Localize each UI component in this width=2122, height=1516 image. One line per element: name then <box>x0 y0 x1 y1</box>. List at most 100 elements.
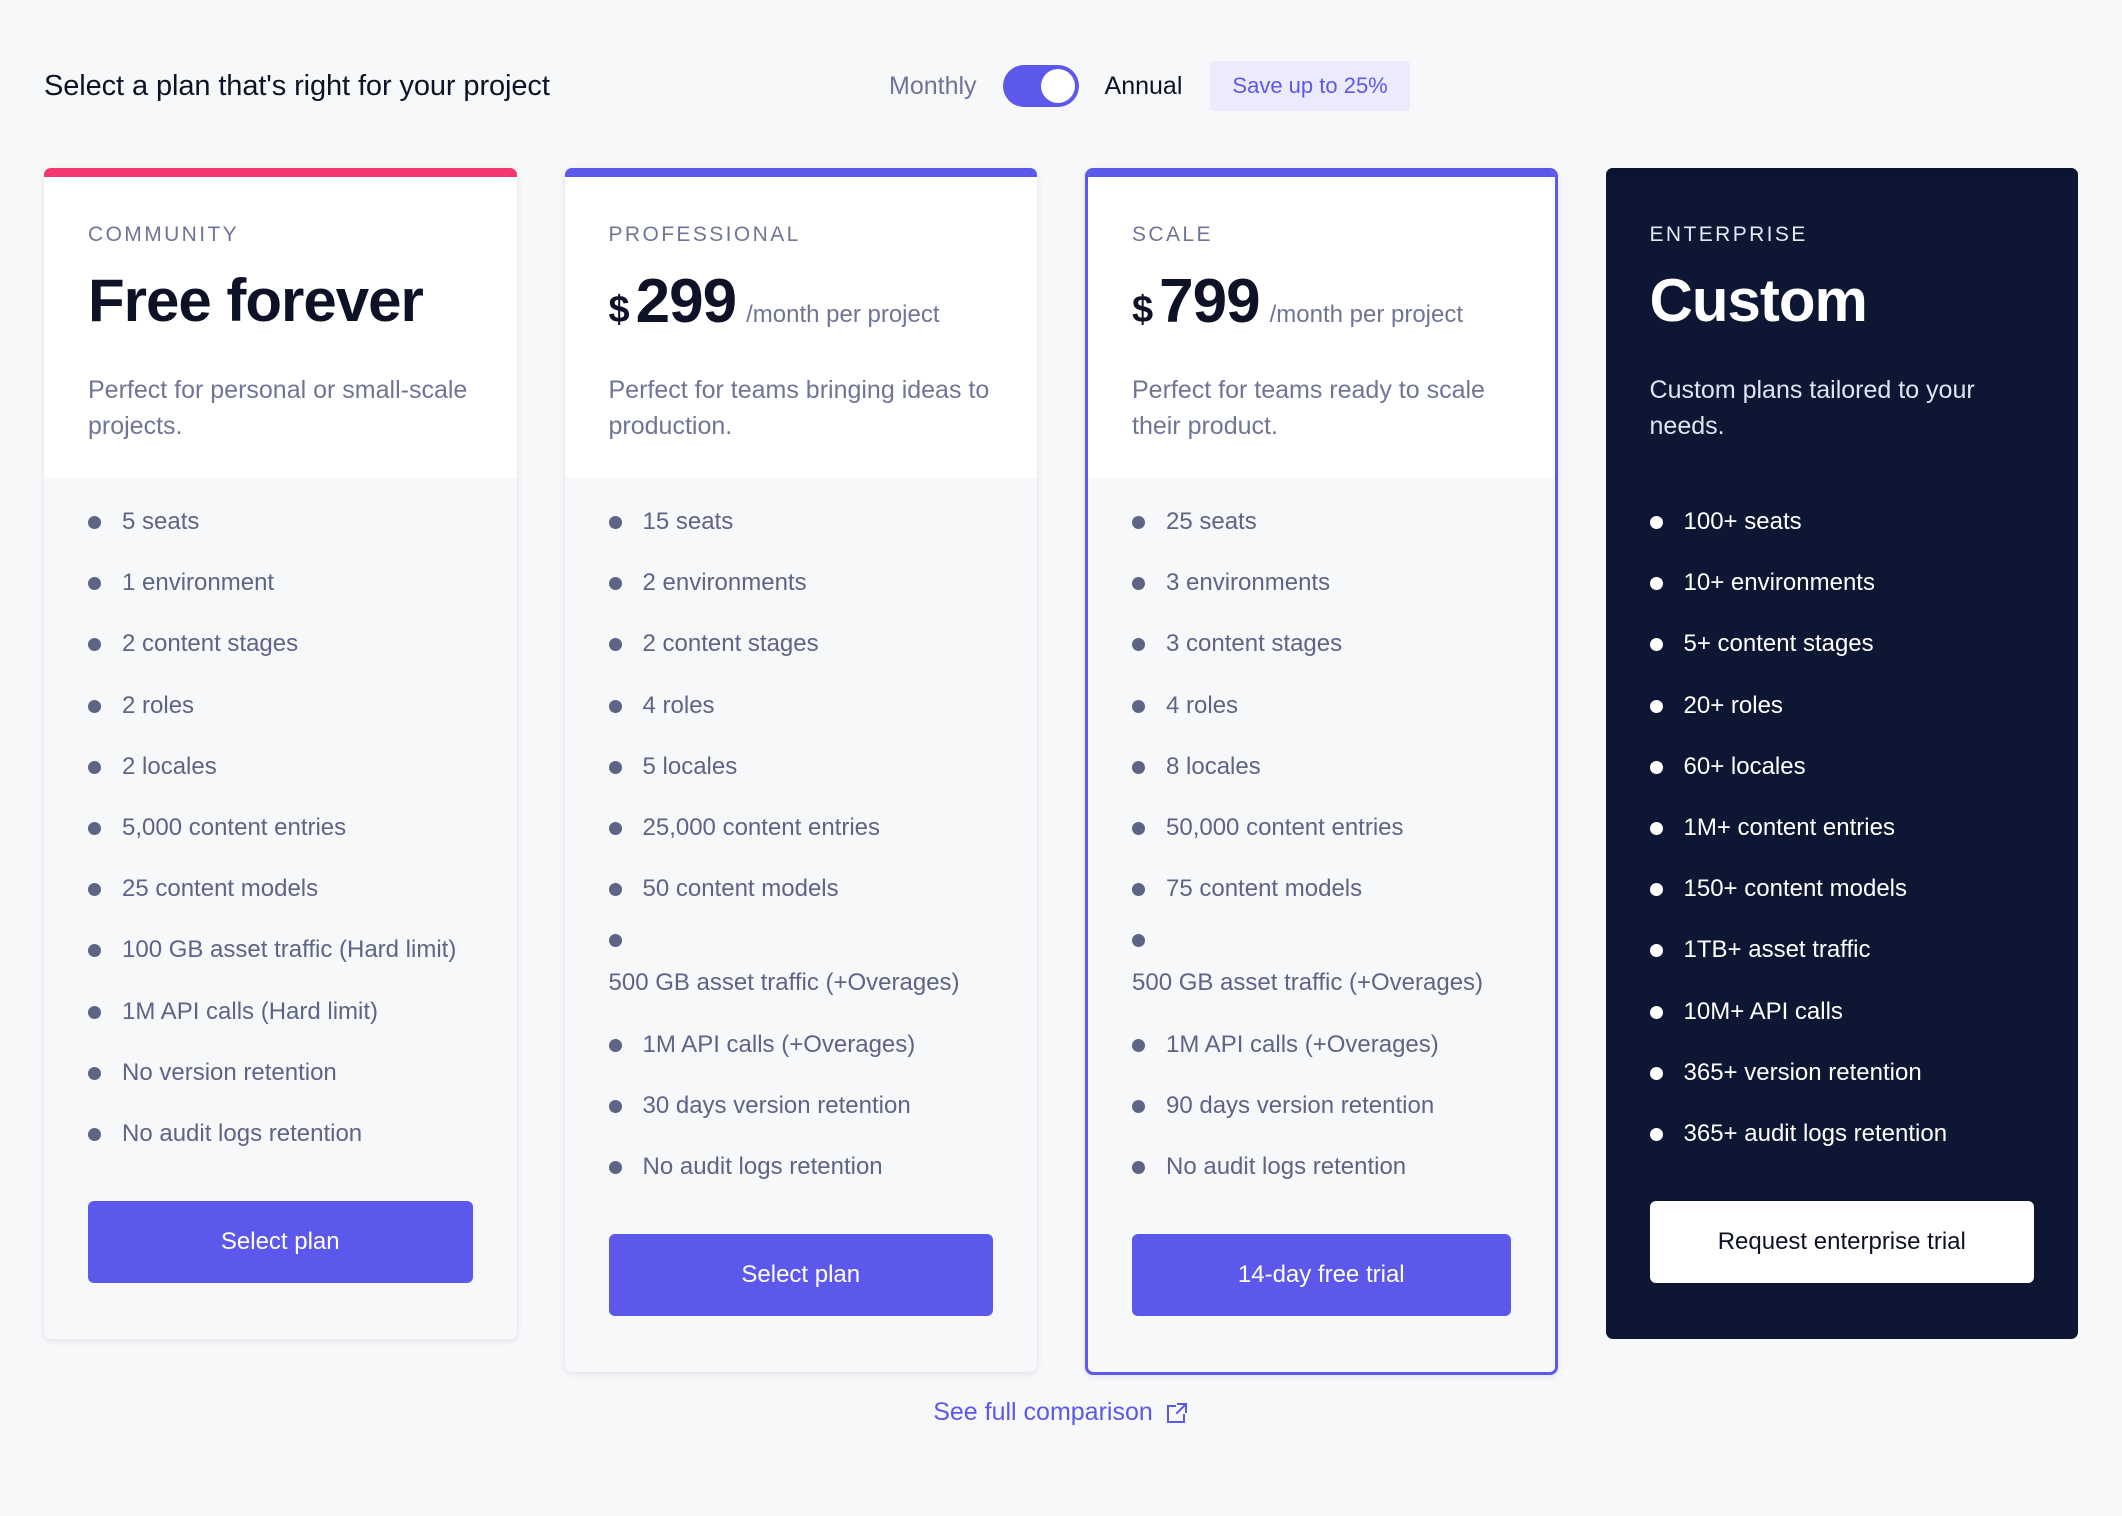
bullet-icon <box>608 1099 622 1113</box>
bullet-icon <box>88 760 101 774</box>
feature-label: 3 content stages <box>1166 630 1343 658</box>
bullet-icon <box>88 1005 101 1019</box>
feature-label: 1M+ content entries <box>1683 813 1895 841</box>
feature-label: 500 GB asset traffic (+Overages) <box>1132 969 1484 997</box>
feature-label: 20+ roles <box>1683 691 1783 719</box>
plan-price: 799 <box>1159 267 1260 336</box>
plan-name: SCALE <box>1132 223 1213 246</box>
feature-label: 100+ seats <box>1683 508 1802 535</box>
feature-item: 10+ environments <box>1649 567 2035 598</box>
bullet-icon <box>1649 883 1663 897</box>
bullet-icon <box>1132 934 1145 948</box>
plan-features-section: 5 seats 1 environment 2 content stages 2… <box>44 478 517 1180</box>
see-full-comparison-label: See full comparison <box>933 1398 1153 1426</box>
plan-card-footer: Select plan <box>565 1212 1038 1372</box>
switch-knob <box>1040 69 1075 103</box>
feature-label: 50,000 content entries <box>1166 813 1404 841</box>
billing-period-switch[interactable] <box>1002 65 1079 107</box>
bullet-icon <box>88 1127 101 1141</box>
bullet-icon <box>1132 699 1145 713</box>
feature-item: 25,000 content entries <box>608 812 994 843</box>
plan-name: COMMUNITY <box>88 223 240 246</box>
plan-features-section: 15 seats 2 environments 2 content stages… <box>564 478 1037 1213</box>
feature-item: 365+ audit logs retention <box>1649 1118 2035 1149</box>
feature-label: 25 content models <box>122 875 319 903</box>
plan-card-scale[interactable]: SCALE $ 799 /month per project Perfect f… <box>1085 168 1558 1376</box>
feature-label: 15 seats <box>642 508 734 535</box>
select-plan-button-professional[interactable]: Select plan <box>608 1234 993 1317</box>
feature-item: No audit logs retention <box>608 1151 994 1182</box>
footer-link-container: See full comparison <box>0 1398 2122 1427</box>
feature-item: No version retention <box>88 1057 473 1088</box>
plan-price: 299 <box>635 267 737 336</box>
pricing-page: Select a plan that's right for your proj… <box>0 0 2122 1516</box>
feature-item: 50,000 content entries <box>1132 812 1511 843</box>
feature-label: 10+ environments <box>1683 569 1875 597</box>
feature-label: 2 content stages <box>642 630 819 658</box>
feature-item: 8 locales <box>1132 751 1511 782</box>
price-currency: $ <box>1132 289 1154 331</box>
bullet-icon <box>1649 577 1663 591</box>
plan-card-enterprise[interactable]: ENTERPRISE Custom Custom plans tailored … <box>1605 168 2079 1340</box>
feature-item: 4 roles <box>608 690 994 721</box>
plan-card-community[interactable]: COMMUNITY Free forever Perfect for perso… <box>44 168 517 1340</box>
feature-label: 500 GB asset traffic (+Overages) <box>608 969 960 997</box>
bullet-icon <box>608 699 622 713</box>
feature-label: 10M+ API calls <box>1683 997 1843 1025</box>
plan-description: Perfect for personal or small-scale proj… <box>88 376 468 440</box>
feature-label: 5 seats <box>122 508 200 535</box>
bullet-icon <box>1132 1038 1145 1052</box>
request-enterprise-trial-button[interactable]: Request enterprise trial <box>1649 1201 2035 1284</box>
bullet-icon <box>1132 883 1145 897</box>
feature-label: 365+ audit logs retention <box>1683 1119 1948 1147</box>
feature-item: 25 seats <box>1132 506 1511 537</box>
feature-label: 30 days version retention <box>642 1091 911 1119</box>
feature-item: 500 GB asset traffic (+Overages) <box>1132 934 1511 998</box>
plan-name: PROFESSIONAL <box>608 223 801 246</box>
bullet-icon <box>88 944 101 958</box>
feature-label: No audit logs retention <box>1166 1152 1407 1180</box>
plan-card-header: SCALE $ 799 /month per project Perfect f… <box>1088 177 1555 478</box>
plan-description: Custom plans tailored to your needs. <box>1649 376 1975 440</box>
feature-label: 25 seats <box>1166 508 1257 535</box>
feature-item: 20+ roles <box>1649 690 2035 721</box>
see-full-comparison-link[interactable]: See full comparison <box>933 1398 1189 1427</box>
bullet-icon <box>608 1160 622 1174</box>
plan-card-footer: 14-day free trial <box>1088 1212 1555 1372</box>
feature-item: 30 days version retention <box>608 1090 994 1121</box>
bullet-icon <box>1649 821 1663 835</box>
bullet-icon <box>608 638 622 652</box>
feature-label: 1M API calls (Hard limit) <box>122 997 379 1025</box>
feature-item: No audit logs retention <box>1132 1151 1511 1182</box>
plan-description: Perfect for teams bringing ideas to prod… <box>608 376 990 440</box>
card-accent-stripe <box>1605 168 2079 177</box>
select-plan-button-community[interactable]: Select plan <box>88 1201 473 1284</box>
feature-label: 75 content models <box>1166 875 1363 903</box>
plan-cards-container: COMMUNITY Free forever Perfect for perso… <box>44 168 2079 1376</box>
bullet-icon <box>88 516 101 529</box>
free-trial-button-scale[interactable]: 14-day free trial <box>1132 1234 1511 1317</box>
plan-name: ENTERPRISE <box>1649 223 1808 246</box>
feature-item: 150+ content models <box>1649 873 2035 904</box>
bullet-icon <box>608 821 622 835</box>
bullet-icon <box>608 577 622 591</box>
bullet-icon <box>1649 944 1663 958</box>
pricing-header: Select a plan that's right for your proj… <box>44 56 2078 116</box>
feature-label: 4 roles <box>642 691 715 719</box>
plan-card-header: PROFESSIONAL $ 299 /month per project Pe… <box>564 177 1037 478</box>
feature-label: 50 content models <box>642 875 839 903</box>
plan-card-footer: Select plan <box>44 1179 517 1339</box>
feature-item: 25 content models <box>88 873 473 904</box>
plan-features-section: 25 seats 3 environments 3 content stages… <box>1088 478 1555 1213</box>
feature-item: 4 roles <box>1132 690 1511 721</box>
toggle-label-annual[interactable]: Annual <box>1105 72 1183 101</box>
feature-list: 5 seats 1 environment 2 content stages 2… <box>88 506 473 1149</box>
plan-card-professional[interactable]: PROFESSIONAL $ 299 /month per project Pe… <box>564 168 1038 1373</box>
plan-price: Custom <box>1649 267 1868 334</box>
toggle-label-monthly[interactable]: Monthly <box>889 72 977 101</box>
feature-item: 2 roles <box>88 690 473 721</box>
bullet-icon <box>88 883 101 897</box>
feature-item: 5 locales <box>608 751 994 782</box>
feature-label: 25,000 content entries <box>642 813 881 841</box>
bullet-icon <box>608 760 622 774</box>
